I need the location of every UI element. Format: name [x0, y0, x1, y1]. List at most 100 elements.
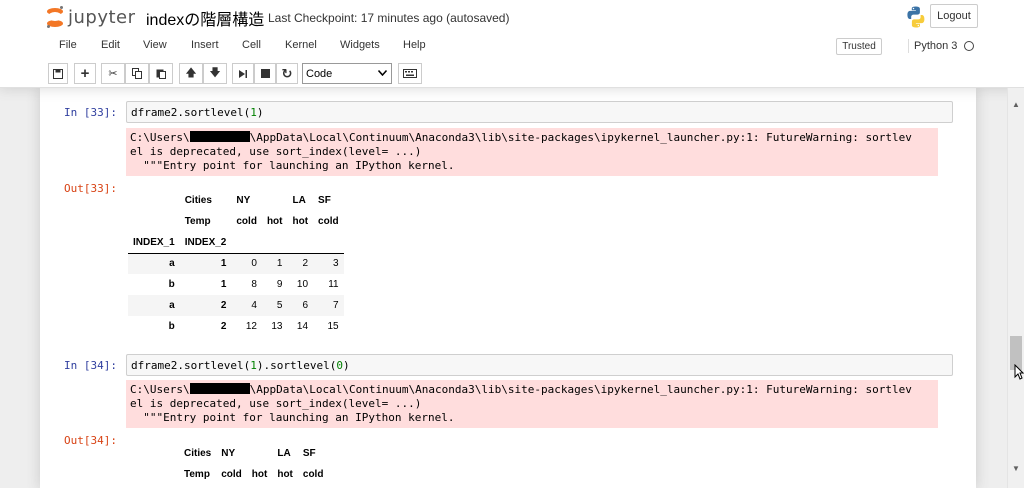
in-prompt: In [34]: [64, 359, 117, 372]
move-up-button[interactable]: 🡅 [179, 63, 203, 84]
header-cell: hot [277, 469, 293, 480]
menu-view[interactable]: View [143, 39, 167, 51]
header-cell: hot [266, 216, 283, 227]
stderr-line: C:\Users\ [130, 131, 190, 144]
paste-button[interactable] [149, 63, 173, 84]
keyboard-icon [403, 69, 417, 78]
stderr-line: el is deprecated, use sort_index(level= … [130, 397, 422, 410]
header-cell: LA [277, 448, 291, 459]
step-forward-icon [239, 69, 247, 78]
copy-button[interactable] [125, 63, 149, 84]
arrow-down-icon: 🡇 [209, 67, 221, 79]
value-cell: 6 [302, 300, 309, 311]
code-input[interactable]: dframe2.sortlevel(1) [126, 101, 953, 123]
table-header-row: Temp cold hot hot cold [128, 211, 344, 232]
run-button[interactable] [232, 63, 254, 84]
header-cell: hot [292, 216, 309, 227]
move-down-button[interactable]: 🡇 [203, 63, 227, 84]
value-cell: 15 [327, 321, 339, 332]
restart-button[interactable]: ↻ [276, 63, 298, 84]
insert-cell-button[interactable]: + [74, 63, 96, 84]
header-row: jupyter indexの階層構造 Last Checkpoint: 17 m… [0, 0, 1024, 34]
table-row: a 2 4 5 6 7 [128, 295, 344, 316]
notebook-name[interactable]: indexの階層構造 [146, 6, 264, 30]
cell-type-select[interactable]: Code [302, 63, 392, 84]
out-prompt: Out[33]: [64, 182, 117, 195]
dataframe-table: Cities NY LA SF Temp cold hot hot cold [128, 443, 328, 485]
stderr-line: \AppData\Local\Continuum\Anaconda3\lib\s… [249, 383, 912, 396]
code-text: ) [256, 106, 264, 119]
value-cell: 9 [276, 279, 283, 290]
in-prompt: In [33]: [64, 106, 117, 119]
value-cell: 8 [251, 279, 257, 290]
header-cell: cold [302, 469, 324, 480]
command-palette-button[interactable] [398, 63, 422, 84]
arrow-up-icon: 🡅 [185, 67, 197, 79]
header-cell [247, 443, 273, 464]
paste-icon [156, 69, 166, 79]
cell-type-value: Code [306, 67, 333, 80]
menu-widgets[interactable]: Widgets [340, 39, 380, 51]
index-cell: b [168, 279, 175, 290]
code-text: ).sortlevel( [256, 359, 337, 372]
scroll-up-icon[interactable]: ▲ [1012, 100, 1020, 109]
index-name-cell: INDEX_1 [128, 232, 180, 254]
stderr-output: C:\Users\ \AppData\Local\Continuum\Anacon… [126, 380, 938, 428]
logout-button[interactable]: Logout [930, 4, 978, 28]
header-cell: SF [318, 195, 331, 206]
cut-button[interactable]: ✂ [101, 63, 125, 84]
header-cell [128, 464, 179, 485]
table-header-row: Cities NY LA SF [128, 443, 328, 464]
code-input[interactable]: dframe2.sortlevel(1).sortlevel(0) [126, 354, 953, 376]
value-cell: 13 [271, 321, 283, 332]
stderr-line: """Entry point for launching an IPython … [130, 411, 455, 424]
table-index-names-row: INDEX_1 INDEX_2 [128, 232, 344, 254]
trusted-badge[interactable]: Trusted [836, 38, 882, 55]
value-cell: 0 [251, 258, 257, 270]
header-cell [128, 190, 180, 211]
table-header-row: Cities NY LA SF [128, 190, 344, 211]
header-cell: NY [236, 195, 251, 206]
header-cell [262, 190, 288, 211]
menu-kernel[interactable]: Kernel [285, 39, 317, 51]
refresh-icon: ↻ [281, 65, 293, 81]
header-cell: Temp [184, 216, 211, 227]
mouse-cursor-icon [1014, 364, 1024, 380]
redacted-block [189, 131, 250, 142]
menu-insert[interactable]: Insert [191, 39, 219, 51]
dataframe-table: Cities NY LA SF Temp cold hot hot cold I… [128, 190, 344, 337]
jupyter-logo[interactable]: jupyter [46, 4, 136, 30]
header-cell [128, 443, 179, 464]
table-row: b 1 8 9 10 11 [128, 274, 344, 295]
copy-icon [131, 68, 142, 79]
header-cell: cold [318, 216, 339, 227]
menu-help[interactable]: Help [403, 39, 426, 51]
index-cell: 2 [220, 321, 227, 332]
header-cell: LA [292, 195, 306, 206]
menu-edit[interactable]: Edit [101, 39, 120, 51]
menu-file[interactable]: File [59, 39, 77, 51]
plus-icon: + [80, 65, 90, 82]
header-cell: cold [236, 216, 257, 227]
stderr-line: \AppData\Local\Continuum\Anaconda3\lib\s… [249, 131, 912, 144]
scroll-down-icon[interactable]: ▼ [1012, 464, 1020, 473]
scissors-icon: ✂ [108, 68, 118, 80]
header-cell: Temp [184, 469, 210, 480]
value-cell: 14 [296, 321, 309, 332]
menubar: File Edit View Insert Cell Kernel Widget… [46, 34, 978, 58]
page-scrollbar[interactable]: ▲ ▼ [1007, 88, 1024, 488]
value-cell: 5 [276, 300, 283, 311]
interrupt-button[interactable] [254, 63, 276, 84]
kernel-name: Python 3 [914, 40, 958, 52]
code-text: ) [342, 359, 350, 372]
save-button[interactable] [48, 63, 68, 84]
save-icon [53, 68, 63, 79]
header-cell [128, 211, 180, 232]
index-cell: 2 [220, 300, 227, 311]
notebook-container: In [33]: dframe2.sortlevel(1) C:\Users\ \… [40, 88, 976, 488]
header-cell: hot [251, 469, 268, 480]
menu-cell[interactable]: Cell [242, 39, 261, 51]
code-text: dframe2.sortlevel( [131, 359, 251, 372]
value-cell: 2 [302, 258, 309, 270]
value-cell: 11 [328, 279, 339, 290]
